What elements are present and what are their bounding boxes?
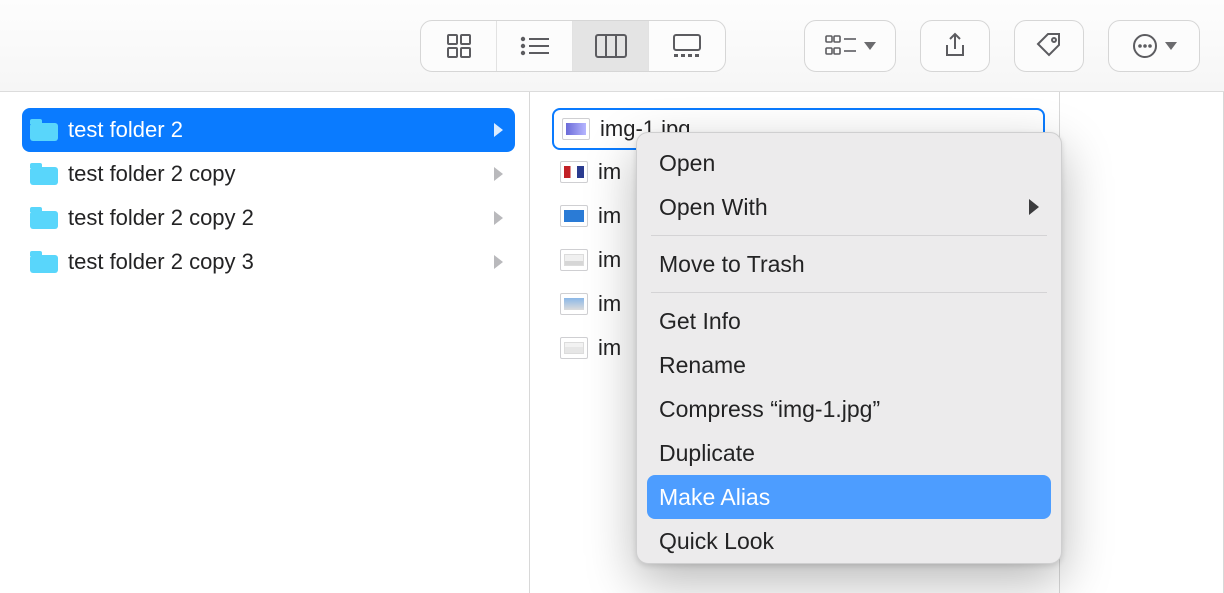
ctx-open[interactable]: Open: [637, 141, 1061, 185]
file-thumbnail: [560, 337, 588, 359]
menu-separator: [651, 292, 1047, 293]
gallery-view-button[interactable]: [649, 21, 725, 71]
folder-label: test folder 2 copy 2: [68, 205, 484, 231]
folder-column-1: test folder 2 test folder 2 copy test fold…: [0, 92, 530, 593]
ctx-make-alias[interactable]: Make Alias: [647, 475, 1051, 519]
file-thumbnail: [562, 118, 590, 140]
file-thumbnail: [560, 293, 588, 315]
folder-icon: [30, 119, 58, 141]
toolbar: [0, 0, 1224, 92]
column-view-button[interactable]: [573, 21, 649, 71]
ctx-rename[interactable]: Rename: [637, 343, 1061, 387]
list-view-button[interactable]: [497, 21, 573, 71]
chevron-down-icon: [1165, 42, 1177, 50]
actions-button[interactable]: [1108, 20, 1200, 72]
ctx-duplicate[interactable]: Duplicate: [637, 431, 1061, 475]
folder-icon: [30, 163, 58, 185]
preview-column: [1060, 92, 1224, 593]
file-thumbnail: [560, 161, 588, 183]
folder-label: test folder 2 copy 3: [68, 249, 484, 275]
menu-separator: [651, 235, 1047, 236]
tags-button[interactable]: [1014, 20, 1084, 72]
file-thumbnail: [560, 249, 588, 271]
icon-view-button[interactable]: [421, 21, 497, 71]
view-mode-group: [420, 20, 726, 72]
share-button[interactable]: [920, 20, 990, 72]
chevron-right-icon: [494, 255, 503, 269]
folder-row[interactable]: test folder 2 copy: [22, 152, 515, 196]
chevron-right-icon: [494, 211, 503, 225]
ctx-quick-look[interactable]: Quick Look: [637, 519, 1061, 563]
file-thumbnail: [560, 205, 588, 227]
chevron-down-icon: [864, 42, 876, 50]
ctx-move-to-trash[interactable]: Move to Trash: [637, 242, 1061, 286]
folder-label: test folder 2 copy: [68, 161, 484, 187]
ctx-compress[interactable]: Compress “img-1.jpg”: [637, 387, 1061, 431]
chevron-right-icon: [494, 123, 503, 137]
context-menu: Open Open With Move to Trash Get Info Re…: [636, 132, 1062, 564]
ctx-open-with[interactable]: Open With: [637, 185, 1061, 229]
ctx-get-info[interactable]: Get Info: [637, 299, 1061, 343]
group-by-button[interactable]: [804, 20, 896, 72]
folder-icon: [30, 251, 58, 273]
folder-row[interactable]: test folder 2 copy 2: [22, 196, 515, 240]
folder-label: test folder 2: [68, 117, 484, 143]
folder-icon: [30, 207, 58, 229]
chevron-right-icon: [494, 167, 503, 181]
folder-row[interactable]: test folder 2 copy 3: [22, 240, 515, 284]
chevron-right-icon: [1029, 199, 1039, 215]
folder-row[interactable]: test folder 2: [22, 108, 515, 152]
